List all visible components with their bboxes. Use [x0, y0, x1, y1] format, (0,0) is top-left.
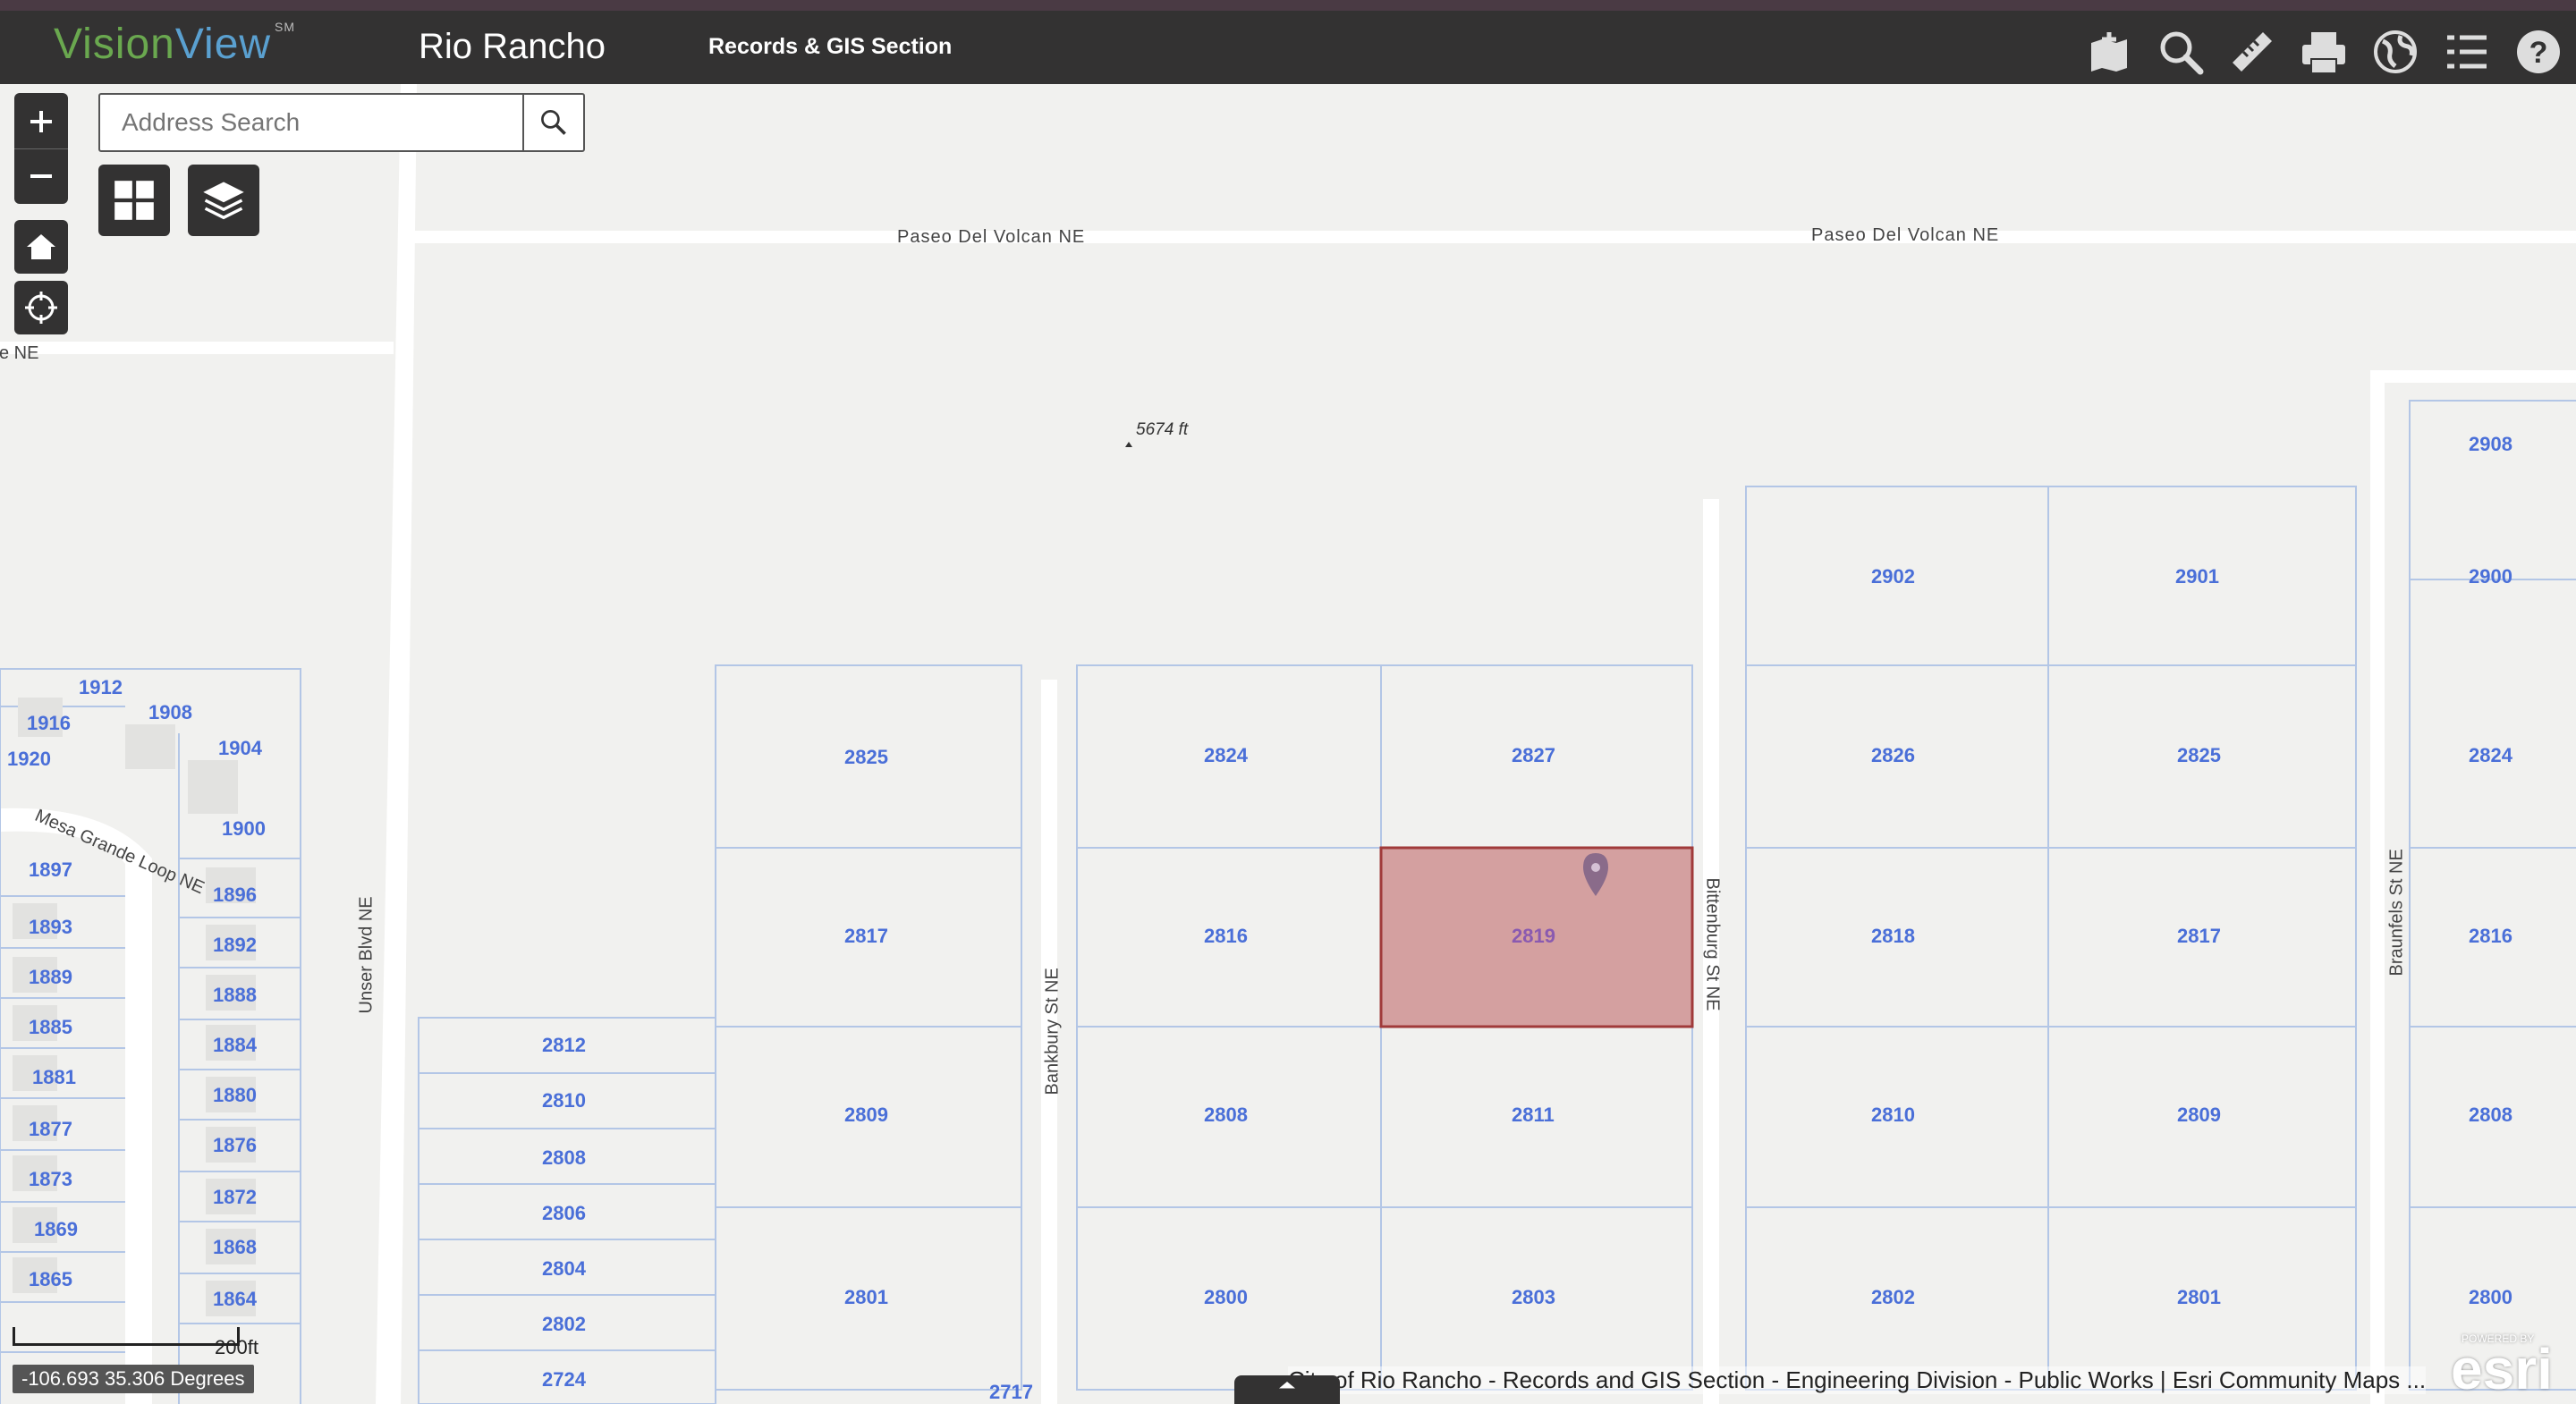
parcel-label[interactable]: 1885 [29, 1016, 72, 1039]
selected-parcel-label[interactable]: 2819 [1512, 925, 1555, 948]
scale-bar [13, 1327, 240, 1346]
coordinate-readout: -106.693 35.306 Degrees [13, 1365, 254, 1393]
parcel-label[interactable]: 2824 [1204, 744, 1248, 767]
parcel-label[interactable]: 2806 [542, 1202, 586, 1225]
grid-icon [114, 181, 154, 220]
bottom-panel-toggle[interactable] [1234, 1375, 1340, 1404]
parcel-label[interactable]: 1865 [29, 1268, 72, 1291]
parcel-label[interactable]: 2800 [1204, 1286, 1248, 1309]
search-input[interactable] [100, 95, 528, 150]
parcel-label[interactable]: 2816 [1204, 925, 1248, 948]
parcel-label[interactable]: 2808 [1204, 1104, 1248, 1127]
parcel-label[interactable]: 2717 [989, 1381, 1033, 1404]
parcel-label[interactable]: 1892 [213, 934, 257, 957]
parcel-label[interactable]: 2901 [2175, 565, 2219, 588]
parcel-label[interactable]: 2809 [2177, 1104, 2221, 1127]
parcel-label[interactable]: 2808 [542, 1146, 586, 1170]
scale-label: 200ft [215, 1336, 258, 1358]
crosshair-icon [25, 292, 57, 324]
grid-button[interactable] [98, 165, 170, 236]
layers-button[interactable] [188, 165, 259, 236]
zoom-control [14, 93, 68, 204]
parcel-label[interactable]: 1868 [213, 1236, 257, 1259]
esri-logo: POWERED BY esri [2451, 1332, 2553, 1401]
home-icon [27, 234, 55, 259]
parcel-label[interactable]: 2802 [1871, 1286, 1915, 1309]
parcel-label[interactable]: 2724 [542, 1368, 586, 1391]
parcel-label[interactable]: 1908 [148, 701, 192, 724]
chevron-up-icon [1279, 1382, 1295, 1389]
parcel-label[interactable]: 2808 [2469, 1104, 2512, 1127]
parcel-label[interactable]: 2817 [844, 925, 888, 948]
parcel-label[interactable]: 1912 [79, 676, 123, 699]
parcel-label[interactable]: 2804 [542, 1257, 586, 1281]
home-button[interactable] [14, 220, 68, 274]
parcel-label[interactable]: 1876 [213, 1134, 257, 1157]
parcel-label[interactable]: 1884 [213, 1034, 257, 1057]
parcel-label[interactable]: 1904 [218, 737, 262, 760]
parcel-label[interactable]: 2801 [2177, 1286, 2221, 1309]
parcel-label[interactable]: 2812 [542, 1034, 586, 1057]
parcel-label[interactable]: 1877 [29, 1118, 72, 1141]
parcel-label[interactable]: 1920 [7, 748, 51, 771]
parcel-label[interactable]: 1873 [29, 1168, 72, 1191]
parcel-label[interactable]: 2817 [2177, 925, 2221, 948]
parcel-label[interactable]: 2825 [844, 746, 888, 769]
search-button[interactable] [522, 95, 583, 150]
zoom-out-button[interactable] [14, 149, 68, 203]
parcel-label[interactable]: 2802 [542, 1313, 586, 1336]
parcel-label[interactable]: 2908 [2469, 433, 2512, 456]
parcel-label[interactable]: 2900 [2469, 565, 2512, 588]
plus-icon [30, 110, 52, 132]
parcel-label[interactable]: 2826 [1871, 744, 1915, 767]
parcel-label[interactable]: 1900 [222, 817, 266, 841]
locate-button[interactable] [14, 281, 68, 334]
attribution: City of Rio Rancho - Records and GIS Sec… [1288, 1366, 2427, 1394]
parcel-label[interactable]: 2809 [844, 1104, 888, 1127]
parcel-label[interactable]: 1897 [29, 858, 72, 882]
parcel-label[interactable]: 2825 [2177, 744, 2221, 767]
parcel-label[interactable]: 1889 [29, 966, 72, 989]
parcel-label[interactable]: 1916 [27, 712, 71, 735]
parcel-label[interactable]: 1864 [213, 1288, 257, 1311]
parcel-label[interactable]: 2824 [2469, 744, 2512, 767]
parcel-label[interactable]: 2801 [844, 1286, 888, 1309]
parcel-label[interactable]: 1881 [32, 1066, 76, 1089]
layers-icon [203, 182, 244, 220]
parcel-label[interactable]: 2800 [2469, 1286, 2512, 1309]
parcel-label[interactable]: 2810 [542, 1089, 586, 1112]
search-icon [541, 110, 566, 135]
minus-icon [30, 173, 52, 178]
parcel-label[interactable]: 1872 [213, 1186, 257, 1209]
zoom-in-button[interactable] [14, 95, 68, 149]
parcel-label[interactable]: 2803 [1512, 1286, 1555, 1309]
parcel-label[interactable]: 1869 [34, 1218, 78, 1241]
parcel-label[interactable]: 2902 [1871, 565, 1915, 588]
parcel-label[interactable]: 2818 [1871, 925, 1915, 948]
parcel-label[interactable]: 2816 [2469, 925, 2512, 948]
parcel-label[interactable]: 2811 [1512, 1104, 1555, 1127]
parcel-label[interactable]: 1880 [213, 1084, 257, 1107]
parcel-label[interactable]: 1888 [213, 984, 257, 1007]
parcel-label[interactable]: 1893 [29, 916, 72, 939]
address-search [98, 93, 585, 152]
parcel-label[interactable]: 2827 [1512, 744, 1555, 767]
parcel-label[interactable]: 2810 [1871, 1104, 1915, 1127]
map-view[interactable]: Paseo Del Volcan NE Paseo Del Volcan NE … [0, 84, 2576, 1404]
parcel-label[interactable]: 1896 [213, 884, 257, 907]
